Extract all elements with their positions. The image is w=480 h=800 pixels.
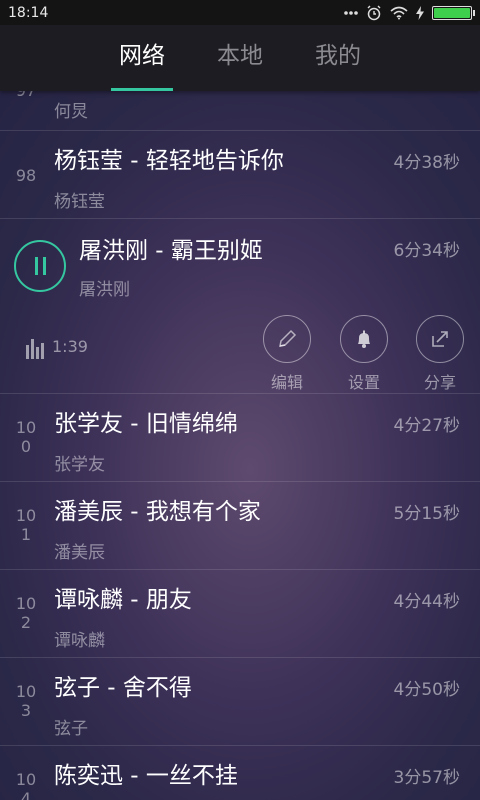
song-row[interactable]: 103 弦子 - 舍不得 弦子 4分50秒: [0, 658, 480, 746]
more-dots-icon: [344, 10, 358, 15]
clock: 18:14: [8, 4, 49, 21]
song-number: 103: [15, 682, 37, 720]
song-title: 陈奕迅 - 一丝不挂: [54, 763, 238, 789]
song-row[interactable]: 98 杨钰莹 - 轻轻地告诉你 杨钰莹 4分38秒: [0, 131, 480, 219]
alarm-icon: [367, 5, 381, 20]
wifi-icon: [390, 6, 408, 19]
song-row-playing[interactable]: 屠洪刚 - 霸王别姬 屠洪刚 6分34秒 1:39 编辑 设置 分享: [0, 219, 480, 394]
song-number: 102: [15, 594, 37, 632]
song-artist: 何炅: [54, 102, 88, 122]
share-icon: [416, 315, 464, 363]
tab-network[interactable]: 网络: [111, 25, 173, 91]
elapsed-time: 1:39: [52, 337, 88, 356]
song-list: 97 何炅 98 杨钰莹 - 轻轻地告诉你 杨钰莹 4分38秒 屠洪刚 - 霸王…: [0, 91, 480, 800]
tab-mine[interactable]: 我的: [307, 25, 369, 91]
song-title: 杨钰莹 - 轻轻地告诉你: [54, 148, 284, 174]
share-button[interactable]: 分享: [410, 315, 470, 393]
song-title: 张学友 - 旧情绵绵: [54, 411, 238, 437]
song-number: 101: [15, 506, 37, 544]
song-title: 谭咏麟 - 朋友: [54, 587, 192, 613]
song-row[interactable]: 100 张学友 - 旧情绵绵 张学友 4分27秒: [0, 394, 480, 482]
song-artist: 屠洪刚: [79, 280, 130, 300]
song-row[interactable]: 104 陈奕迅 - 一丝不挂 3分57秒: [0, 746, 480, 800]
song-title: 潘美辰 - 我想有个家: [54, 499, 261, 525]
tab-local[interactable]: 本地: [209, 25, 271, 91]
tab-bar: 网络 本地 我的: [0, 25, 480, 91]
song-number: 100: [15, 418, 37, 456]
song-artist: 弦子: [54, 719, 88, 739]
battery-icon: [432, 5, 475, 20]
song-title: 弦子 - 舍不得: [54, 675, 192, 701]
share-label: 分享: [423, 373, 456, 392]
equalizer-icon: [26, 339, 44, 359]
song-row[interactable]: 102 谭咏麟 - 朋友 谭咏麟 4分44秒: [0, 570, 480, 658]
status-bar: 18:14: [0, 0, 480, 25]
song-artist: 张学友: [54, 455, 105, 475]
bell-icon: [340, 315, 388, 363]
charging-bolt-icon: [416, 5, 424, 20]
settings-button[interactable]: 设置: [334, 315, 394, 393]
song-row[interactable]: 97 何炅: [0, 91, 480, 131]
song-title: 屠洪刚 - 霸王别姬: [79, 238, 263, 264]
song-artist: 潘美辰: [54, 543, 105, 563]
song-number: 97: [12, 91, 40, 100]
status-icons: [344, 5, 475, 21]
edit-button[interactable]: 编辑: [257, 315, 317, 393]
song-duration: 6分34秒: [393, 241, 460, 261]
song-duration: 5分15秒: [393, 504, 460, 524]
pencil-icon: [263, 315, 311, 363]
song-duration: 3分57秒: [393, 768, 460, 788]
song-duration: 4分27秒: [393, 416, 460, 436]
song-duration: 4分44秒: [393, 592, 460, 612]
pause-button[interactable]: [14, 240, 66, 292]
song-number: 104: [15, 770, 37, 800]
edit-label: 编辑: [270, 373, 303, 392]
song-duration: 4分50秒: [393, 680, 460, 700]
song-number: 98: [15, 166, 37, 185]
song-artist: 杨钰莹: [54, 192, 105, 212]
settings-label: 设置: [347, 373, 380, 392]
song-artist: 谭咏麟: [54, 631, 105, 651]
song-duration: 4分38秒: [393, 153, 460, 173]
song-row[interactable]: 101 潘美辰 - 我想有个家 潘美辰 5分15秒: [0, 482, 480, 570]
